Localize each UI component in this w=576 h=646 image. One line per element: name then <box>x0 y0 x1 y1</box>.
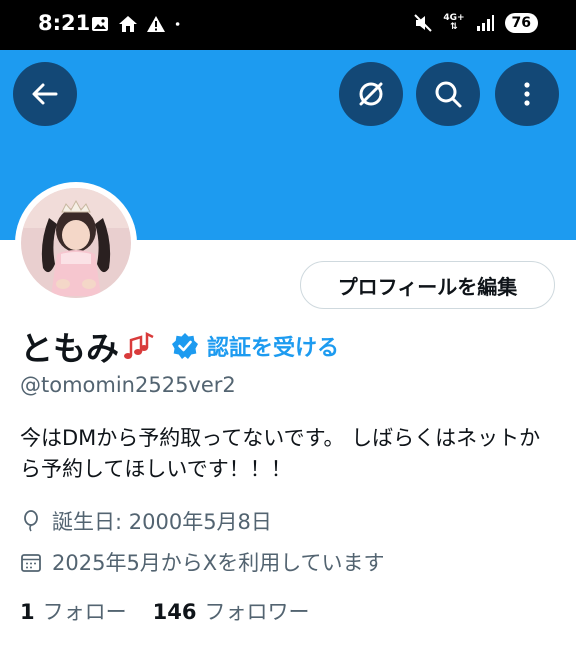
profile-bio: 今はDMから予約取ってないです。 しばらくはネットから予約してほしいです！！！ <box>20 426 541 481</box>
birthday-row: 誕生日: 2000年5月8日 <box>20 506 272 536</box>
back-arrow-icon <box>32 83 58 105</box>
more-button[interactable] <box>495 62 559 126</box>
avatar-frame[interactable] <box>15 182 137 304</box>
grok-button[interactable] <box>339 62 403 126</box>
profile-name-row: ともみ 認証を受ける <box>20 322 339 370</box>
following-count: 1 <box>20 600 35 624</box>
signal-icon <box>476 15 494 31</box>
following-label: フォロー <box>42 600 127 624</box>
followers-link[interactable]: 146 フォロワー <box>153 596 310 626</box>
birthday-text: 誕生日: 2000年5月8日 <box>52 510 272 534</box>
status-time: 8:21 <box>38 11 91 35</box>
dot-icon <box>175 22 180 26</box>
grok-icon <box>359 82 383 106</box>
get-verified-link[interactable]: 認証を受ける <box>207 330 339 362</box>
battery-icon: 76 <box>504 13 538 33</box>
followers-count: 146 <box>152 600 197 624</box>
display-name: ともみ <box>20 329 119 368</box>
status-bar: 8:21 4G+ ⇅ 76 <box>0 0 576 50</box>
following-link[interactable]: 1 フォロー <box>20 596 127 626</box>
joined-row: 2025年5月からXを利用しています <box>20 547 385 577</box>
calendar-icon <box>21 554 41 572</box>
profile-handle: @tomomin2525ver2 <box>20 373 236 397</box>
avatar-image <box>21 188 131 298</box>
followers-label: フォロワー <box>204 600 310 624</box>
image-icon <box>92 17 108 31</box>
avatar[interactable] <box>21 188 131 298</box>
search-button[interactable] <box>416 62 480 126</box>
joined-text: 2025年5月からXを利用しています <box>52 551 385 575</box>
mute-icon <box>414 14 433 32</box>
home-icon <box>119 16 137 32</box>
more-vertical-icon <box>524 82 530 106</box>
network-arrows: ⇅ <box>450 22 458 32</box>
search-icon <box>435 81 462 108</box>
balloon-icon <box>24 510 38 532</box>
verified-badge-icon[interactable] <box>171 332 199 360</box>
status-left-icons <box>90 14 186 34</box>
network-icon: 4G+ ⇅ <box>443 14 464 32</box>
music-notes-icon <box>124 331 154 359</box>
edit-profile-button[interactable]: プロフィールを編集 <box>300 261 555 309</box>
follow-stats: 1 フォロー 146 フォロワー <box>20 596 309 626</box>
warning-icon <box>147 16 165 32</box>
back-button[interactable] <box>13 62 77 126</box>
status-right-icons: 4G+ ⇅ 76 <box>413 13 538 33</box>
